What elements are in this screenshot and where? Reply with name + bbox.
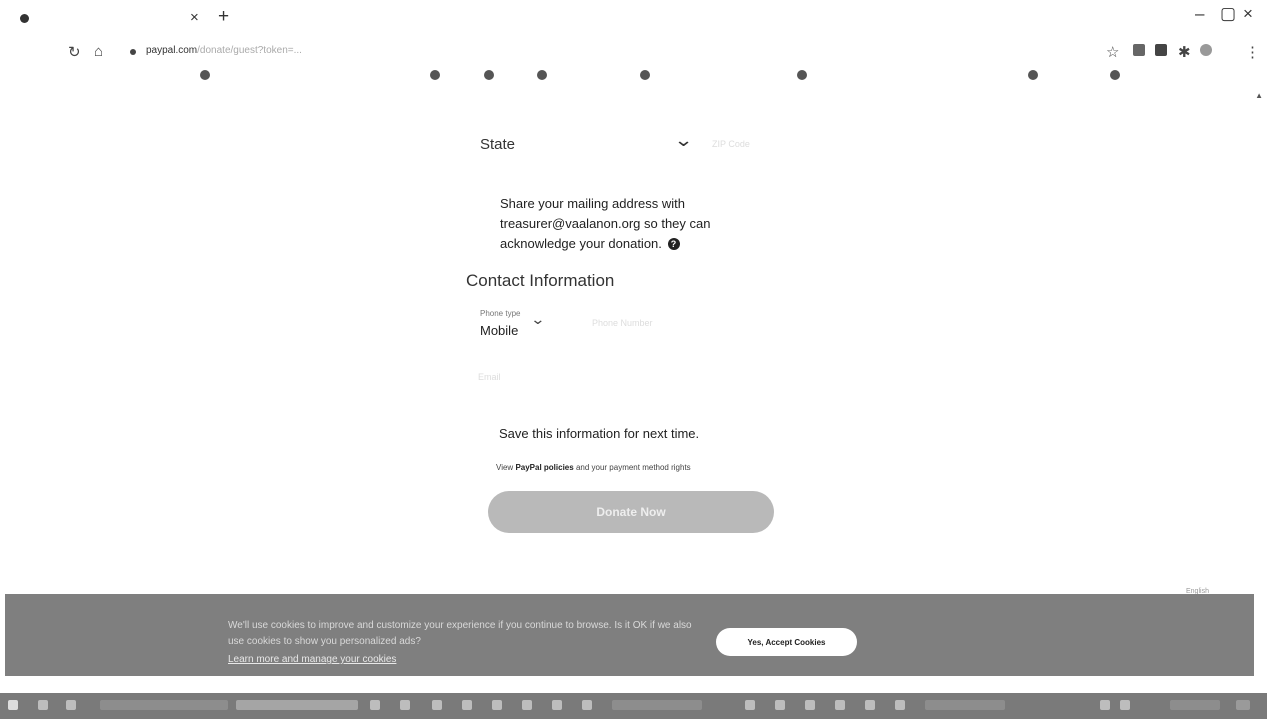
manage-cookies-link[interactable]: Learn more and manage your cookies	[228, 654, 396, 665]
donate-now-button[interactable]: Donate Now	[488, 491, 774, 533]
file-explorer-icon[interactable]	[66, 700, 76, 710]
bookmark-icon[interactable]	[484, 70, 494, 80]
contact-information-heading: Contact Information	[466, 271, 615, 290]
url-path: /donate/guest?token=...	[197, 45, 302, 56]
taskbar-app-icon[interactable]	[582, 700, 592, 710]
tab-close-icon[interactable]: ×	[190, 9, 199, 26]
clock-icon[interactable]	[1170, 700, 1220, 710]
accept-cookies-button[interactable]: Yes, Accept Cookies	[716, 628, 857, 656]
bookmark-icon[interactable]	[640, 70, 650, 80]
phone-type-label: Phone type	[480, 309, 521, 318]
taskbar-app-icon[interactable]	[522, 700, 532, 710]
zip-code-field[interactable]: ZIP Code	[712, 139, 750, 149]
save-info-option[interactable]: Save this information for next time.	[499, 426, 699, 441]
taskbar-app-icon[interactable]	[835, 700, 845, 710]
bookmark-icon[interactable]	[430, 70, 440, 80]
url-host: paypal.com	[146, 45, 198, 56]
taskbar-app-icon[interactable]	[400, 700, 410, 710]
cookie-banner: We'll use cookies to improve and customi…	[5, 594, 1254, 676]
taskbar-app-icon[interactable]	[370, 700, 380, 710]
extension-icon[interactable]	[1133, 44, 1145, 56]
address-bar[interactable]: paypal.com/donate/guest?token=...	[146, 45, 302, 56]
taskbar-app-icon[interactable]	[895, 700, 905, 710]
chevron-down-icon: ⌄	[673, 130, 694, 150]
maximize-icon[interactable]: ▢	[1220, 4, 1236, 24]
state-label: State	[480, 136, 516, 153]
taskbar-app-icon[interactable]	[925, 700, 1005, 710]
phone-type-select[interactable]: Phone type Mobile ⌄	[478, 307, 558, 347]
bookmark-icon[interactable]	[1028, 70, 1038, 80]
policies-suffix: and your payment method rights	[575, 463, 691, 472]
taskbar-app-icon[interactable]	[775, 700, 785, 710]
scroll-up-arrow-icon[interactable]: ▲	[1255, 91, 1263, 100]
menu-kebab-icon[interactable]: ⋮	[1245, 43, 1260, 61]
chevron-down-icon: ⌄	[530, 311, 546, 327]
tray-icon[interactable]	[1120, 700, 1130, 710]
state-select[interactable]: State ⌄	[470, 128, 695, 162]
taskbar-app-icon[interactable]	[805, 700, 815, 710]
tab-favicon-icon	[20, 14, 29, 23]
minimize-icon[interactable]: –	[1195, 4, 1204, 24]
new-tab-icon[interactable]: +	[218, 6, 229, 28]
phone-type-value: Mobile	[480, 323, 519, 338]
share-address-notice: Share your mailing address with treasure…	[500, 194, 745, 254]
policies-notice: View PayPal policies and your payment me…	[496, 463, 691, 472]
phone-number-field[interactable]: Phone Number	[592, 318, 653, 328]
taskbar-app-icon[interactable]	[462, 700, 472, 710]
taskbar-app-icon[interactable]	[745, 700, 755, 710]
lock-icon	[130, 49, 136, 55]
bookmark-icon[interactable]	[797, 70, 807, 80]
tab-strip: × + – ▢ ×	[0, 0, 1267, 34]
bookmark-star-icon[interactable]: ☆	[1106, 43, 1119, 61]
taskbar-app-icon[interactable]	[865, 700, 875, 710]
bookmark-icon[interactable]	[537, 70, 547, 80]
reload-icon[interactable]: ↻	[68, 43, 81, 61]
taskbar-app-icon[interactable]	[432, 700, 442, 710]
taskbar-app-icon[interactable]	[552, 700, 562, 710]
notifications-icon[interactable]	[1236, 700, 1250, 710]
extensions-puzzle-icon[interactable]: ✱	[1178, 43, 1191, 61]
bookmark-icon[interactable]	[200, 70, 210, 80]
bookmark-icon[interactable]	[1110, 70, 1120, 80]
paypal-policies-link[interactable]: PayPal policies	[515, 463, 573, 472]
home-icon[interactable]: ⌂	[94, 43, 103, 60]
taskbar-app-icon[interactable]	[236, 700, 358, 710]
taskbar-app-icon[interactable]	[100, 700, 228, 710]
window-close-icon[interactable]: ×	[1243, 4, 1253, 24]
policies-prefix: View	[496, 463, 514, 472]
tray-icon[interactable]	[1100, 700, 1110, 710]
taskbar-app-icon[interactable]	[492, 700, 502, 710]
start-menu-icon[interactable]	[8, 700, 18, 710]
taskbar-app-icon[interactable]	[612, 700, 702, 710]
extension-icon[interactable]	[1155, 44, 1167, 56]
task-view-icon[interactable]	[38, 700, 48, 710]
bookmarks-bar	[0, 66, 1267, 92]
os-taskbar	[0, 693, 1267, 719]
help-icon[interactable]: ?	[667, 238, 680, 250]
profile-avatar-icon[interactable]	[1200, 44, 1212, 56]
cookie-banner-text: We'll use cookies to improve and customi…	[228, 620, 692, 647]
email-field[interactable]: Email	[478, 372, 501, 382]
